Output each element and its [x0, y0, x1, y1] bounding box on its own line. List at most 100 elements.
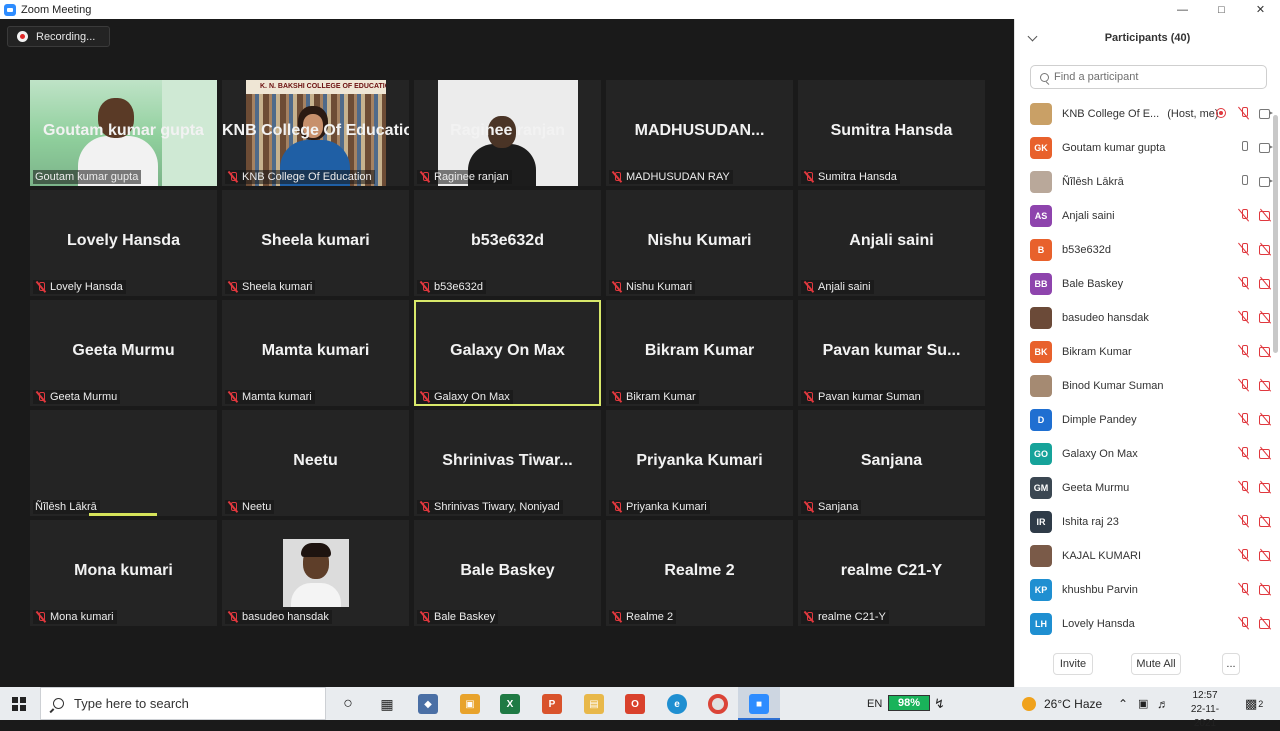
video-tile[interactable]: Lovely Hansda Lovely Hansda	[30, 190, 217, 296]
mic-muted-icon[interactable]	[1237, 311, 1251, 323]
app-icon-blue[interactable]: ◆	[418, 694, 438, 714]
weather-widget[interactable]: 26°C Haze	[1022, 687, 1102, 720]
recording-icon[interactable]	[1215, 107, 1229, 119]
edge-icon[interactable]: e	[667, 694, 687, 714]
invite-button[interactable]: Invite	[1053, 653, 1093, 675]
language-indicator[interactable]: EN	[867, 687, 882, 720]
video-tile[interactable]: Mona kumari Mona kumari	[30, 520, 217, 626]
mic-muted-icon[interactable]	[1237, 481, 1251, 493]
video-tile[interactable]: Shrinivas Tiwar... Shrinivas Tiwary, Noni…	[414, 410, 601, 516]
show-hidden-icons-chevron-icon[interactable]: ⌃	[1118, 687, 1128, 720]
participant-row[interactable]: KAJAL KUMARI	[1015, 539, 1273, 573]
video-off-icon[interactable]	[1259, 617, 1273, 629]
mic-icon[interactable]	[1237, 175, 1251, 187]
participant-row[interactable]: GO Galaxy On Max	[1015, 437, 1273, 471]
video-tile[interactable]: K. N. BAKSHI COLLEGE OF EDUCATION KNB Col…	[222, 80, 409, 186]
video-off-icon[interactable]	[1259, 277, 1273, 289]
excel-icon[interactable]: X	[500, 694, 520, 714]
mic-muted-icon[interactable]	[1237, 243, 1251, 255]
windows-start-icon[interactable]	[12, 697, 26, 711]
participant-search[interactable]	[1030, 65, 1267, 89]
taskbar-clock[interactable]: 12:57 22-11-2021	[1180, 689, 1230, 731]
participant-row[interactable]: Bb53e632d	[1015, 233, 1273, 267]
video-off-icon[interactable]	[1259, 379, 1273, 391]
video-tile[interactable]: b53e632d b53e632d	[414, 190, 601, 296]
mute-all-button[interactable]: Mute All	[1131, 653, 1181, 675]
recording-indicator[interactable]: Recording...	[7, 26, 110, 47]
mic-muted-icon[interactable]	[1237, 277, 1251, 289]
battery-indicator[interactable]: 98%	[888, 695, 930, 711]
participant-row[interactable]: GK Goutam kumar gupta	[1015, 131, 1273, 165]
participant-row[interactable]: KP khushbu Parvin	[1015, 573, 1273, 607]
video-tile[interactable]: Bale Baskey Bale Baskey	[414, 520, 601, 626]
store-icon[interactable]: ▣	[460, 694, 480, 714]
participant-row[interactable]: GM Geeta Murmu	[1015, 471, 1273, 505]
mic-muted-icon[interactable]	[1237, 515, 1251, 527]
video-tile[interactable]: Pavan kumar Su... Pavan kumar Suman	[798, 300, 985, 406]
mic-muted-icon[interactable]	[1237, 549, 1251, 561]
video-tile[interactable]: Neetu Neetu	[222, 410, 409, 516]
video-icon[interactable]	[1259, 175, 1273, 187]
mic-icon[interactable]	[1237, 141, 1251, 153]
mic-muted-icon[interactable]	[1237, 447, 1251, 459]
video-tile[interactable]: Bikram Kumar Bikram Kumar	[606, 300, 793, 406]
video-tile[interactable]: Galaxy On Max Galaxy On Max	[414, 300, 601, 406]
participant-row[interactable]: D Dimple Pandey	[1015, 403, 1273, 437]
participant-search-input[interactable]	[1054, 71, 1254, 83]
minimize-button[interactable]: —	[1163, 0, 1202, 19]
video-tile[interactable]: Nishu Kumari Nishu Kumari	[606, 190, 793, 296]
chrome-icon[interactable]	[708, 694, 728, 714]
participant-row[interactable]: IR Ishita raj 23	[1015, 505, 1273, 539]
close-button[interactable]: ✕	[1241, 0, 1280, 19]
office-icon[interactable]: O	[625, 694, 645, 714]
video-off-icon[interactable]	[1259, 549, 1273, 561]
mic-muted-icon[interactable]	[1237, 209, 1251, 221]
video-off-icon[interactable]	[1259, 209, 1273, 221]
video-tile[interactable]: Geeta Murmu Geeta Murmu	[30, 300, 217, 406]
participant-row[interactable]: BK Bikram Kumar	[1015, 335, 1273, 369]
volume-icon[interactable]: ♬	[1157, 687, 1169, 720]
video-off-icon[interactable]	[1259, 413, 1273, 425]
video-tile[interactable]: Mamta kumari Mamta kumari	[222, 300, 409, 406]
mic-muted-icon[interactable]	[1237, 107, 1251, 119]
video-tile[interactable]: MADHUSUDAN... MADHUSUDAN RAY	[606, 80, 793, 186]
video-tile[interactable]: Priyanka Kumari Priyanka Kumari	[606, 410, 793, 516]
more-options-button[interactable]: ...	[1222, 653, 1240, 675]
video-tile[interactable]: Sanjana Sanjana	[798, 410, 985, 516]
video-tile[interactable]: realme C21-Y realme C21-Y	[798, 520, 985, 626]
video-off-icon[interactable]	[1259, 345, 1273, 357]
mic-muted-icon[interactable]	[1237, 583, 1251, 595]
network-icon[interactable]: ▣	[1138, 687, 1148, 720]
video-off-icon[interactable]	[1259, 515, 1273, 527]
video-tile[interactable]: Sheela kumari Sheela kumari	[222, 190, 409, 296]
video-tile[interactable]: Goutam kumar gupta Goutam kumar gupta	[30, 80, 217, 186]
video-off-icon[interactable]	[1259, 481, 1273, 493]
taskbar-search[interactable]: Type here to search	[40, 687, 326, 720]
participant-row[interactable]: LH Lovely Hansda	[1015, 607, 1273, 641]
video-off-icon[interactable]	[1259, 243, 1273, 255]
participant-row[interactable]: basudeo hansdak	[1015, 301, 1273, 335]
video-icon[interactable]	[1259, 107, 1273, 119]
powerpoint-icon[interactable]: P	[542, 694, 562, 714]
mic-muted-icon[interactable]	[1237, 413, 1251, 425]
file-explorer-icon[interactable]: ▤	[584, 694, 604, 714]
collapse-chevron-icon[interactable]	[1027, 31, 1038, 42]
notifications-icon[interactable]: ▩ 2	[1245, 687, 1263, 720]
video-tile[interactable]: basudeo hansdak	[222, 520, 409, 626]
video-tile[interactable]: Realme 2 Realme 2	[606, 520, 793, 626]
participant-row[interactable]: AS Anjali saini	[1015, 199, 1273, 233]
video-off-icon[interactable]	[1259, 311, 1273, 323]
video-off-icon[interactable]	[1259, 447, 1273, 459]
participant-list-scrollbar[interactable]	[1273, 115, 1278, 353]
participant-row[interactable]: Ñĩlēsh Lākrā	[1015, 165, 1273, 199]
video-tile[interactable]: Ñĩlēsh Lākrā	[30, 410, 217, 516]
mic-muted-icon[interactable]	[1237, 379, 1251, 391]
maximize-button[interactable]: □	[1202, 0, 1241, 19]
video-icon[interactable]	[1259, 141, 1273, 153]
mic-muted-icon[interactable]	[1237, 617, 1251, 629]
participant-row[interactable]: Binod Kumar Suman	[1015, 369, 1273, 403]
video-off-icon[interactable]	[1259, 583, 1273, 595]
video-tile[interactable]: Sumitra Hansda Sumitra Hansda	[798, 80, 985, 186]
participant-row[interactable]: KNB College Of E... (Host, me)	[1015, 97, 1273, 131]
video-tile[interactable]: Raginee ranjan Raginee ranjan	[414, 80, 601, 186]
